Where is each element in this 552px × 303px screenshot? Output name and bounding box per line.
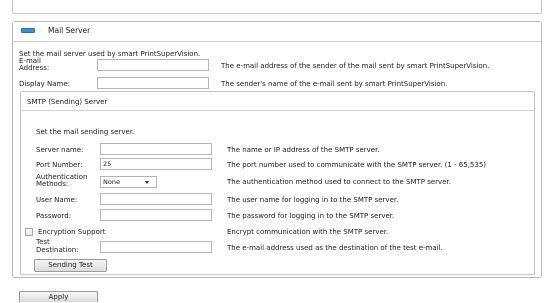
encryption-label: Encryption Support (38, 228, 106, 236)
user-name-description: The user name for logging in to the SMTP… (227, 196, 399, 204)
password-input[interactable] (100, 209, 212, 221)
test-destination-label-line1: Test (36, 238, 50, 246)
display-name-input[interactable] (97, 77, 209, 89)
encryption-checkbox[interactable] (25, 228, 33, 236)
mail-server-header (13, 22, 541, 42)
email-address-input[interactable] (97, 59, 209, 71)
email-address-label-line2: Address: (19, 64, 50, 72)
auth-method-description: The authentication method used to connec… (227, 178, 451, 186)
email-address-description: The e-mail address of the sender of the … (221, 62, 490, 70)
server-name-input[interactable] (100, 143, 212, 155)
mail-server-intro: Set the mail server used by smart PrintS… (19, 50, 201, 58)
smtp-title: SMTP (Sending) Server (27, 98, 108, 106)
smtp-divider (21, 110, 534, 111)
sending-test-button[interactable]: Sending Test (34, 259, 107, 272)
apply-button[interactable]: Apply (19, 291, 98, 302)
auth-method-selected: None (103, 178, 120, 186)
chevron-down-icon (145, 181, 149, 184)
test-destination-label-line2: Destination: (36, 246, 79, 254)
smtp-intro: Set the mail sending server. (36, 128, 135, 136)
password-label: Password: (36, 212, 72, 220)
test-destination-description: The e-mail address used as the destinati… (227, 244, 443, 252)
port-number-description: The port number used to communicate with… (227, 161, 487, 169)
port-number-input[interactable] (100, 158, 212, 170)
display-name-label: Display Name: (19, 80, 71, 88)
server-name-label: Server name: (36, 146, 84, 154)
previous-section-border (12, 0, 542, 14)
password-description: The password for logging in to the SMTP … (227, 212, 395, 220)
auth-method-label-line2: Methods: (36, 180, 69, 188)
mail-server-icon (21, 28, 35, 33)
user-name-label: User Name: (36, 196, 78, 204)
display-name-description: The sender's name of the e-mail sent by … (221, 80, 448, 88)
server-name-description: The name or IP address of the SMTP serve… (227, 146, 380, 154)
port-number-label: Port Number: (36, 161, 83, 169)
mail-server-title: Mail Server (48, 26, 91, 35)
encryption-description: Encrypt communication with the SMTP serv… (227, 228, 389, 236)
test-destination-input[interactable] (100, 241, 212, 253)
user-name-input[interactable] (100, 193, 212, 205)
